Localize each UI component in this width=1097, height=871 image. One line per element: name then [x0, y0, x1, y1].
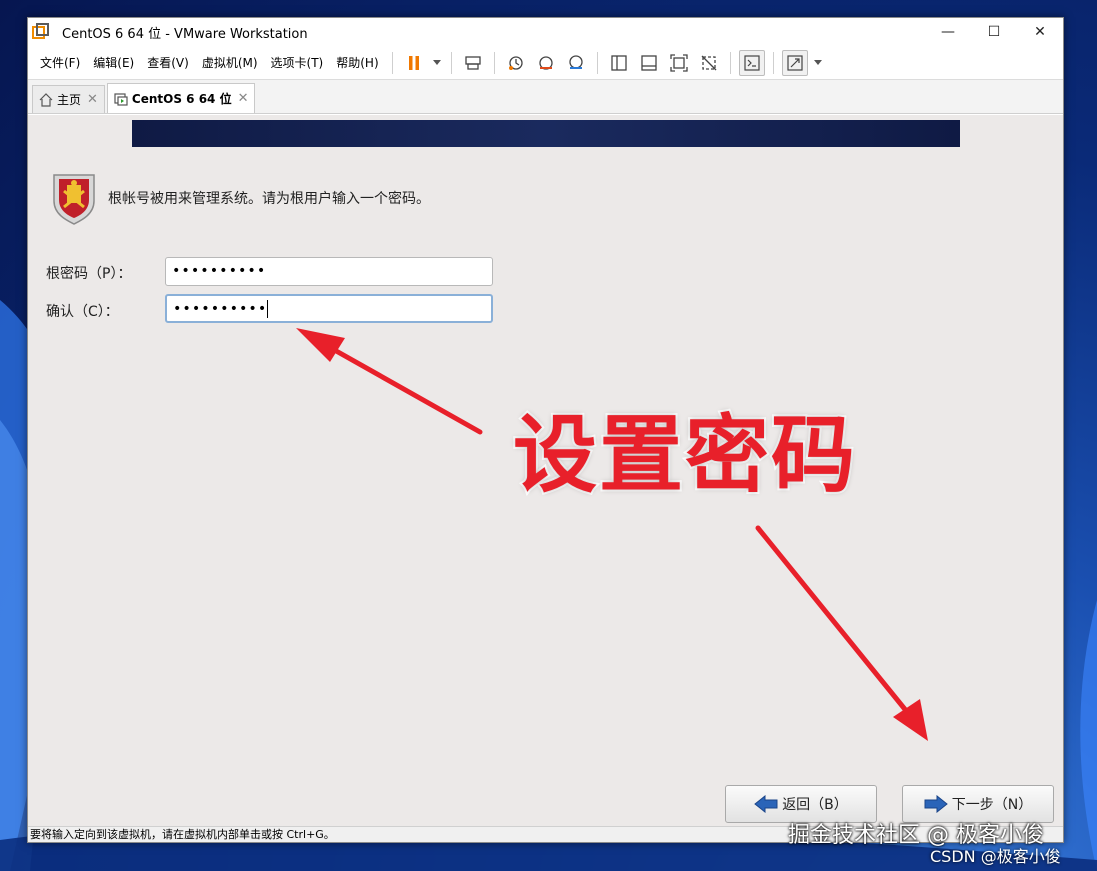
console-view-icon[interactable] [738, 49, 765, 76]
thumbnail-bar-icon[interactable] [636, 50, 662, 76]
toolbar-separator [729, 51, 731, 74]
intro-text: 根帐号被用来管理系统。请为根用户输入一个密码。 [108, 191, 430, 207]
vmware-logo-icon [32, 23, 49, 39]
arrow-left-icon [754, 795, 778, 813]
minimize-button[interactable]: — [925, 18, 971, 46]
tab-home[interactable]: 主页 ✕ [32, 85, 105, 113]
revert-snapshot-icon[interactable] [533, 50, 559, 76]
menu-view[interactable]: 查看(V) [141, 54, 195, 71]
sidebar-view-icon[interactable] [606, 50, 632, 76]
close-icon[interactable]: ✕ [238, 91, 249, 106]
installer-banner [132, 120, 960, 147]
confirm-password-field[interactable]: •••••••••• [165, 294, 493, 323]
menu-help[interactable]: 帮助(H) [330, 54, 384, 71]
chevron-down-icon[interactable] [812, 50, 824, 76]
title-bar: CentOS 6 64 位 - VMware Workstation — ☐ ✕ [28, 18, 1063, 46]
annotation-caption: 设置密码 [511, 404, 858, 506]
send-ctrl-alt-del-icon[interactable] [460, 50, 486, 76]
arrow-right-icon [924, 795, 948, 813]
menu-file[interactable]: 文件(F) [34, 54, 86, 71]
pause-icon[interactable] [401, 50, 427, 76]
watermark-csdn: CSDN @极客小俊 [930, 847, 1061, 866]
confirm-password-label: 确认（C）： [46, 304, 119, 320]
next-button-label: 下一步（N） [951, 797, 1033, 813]
root-password-field[interactable]: •••••••••• [165, 257, 493, 286]
full-screen-icon[interactable] [666, 50, 692, 76]
root-password-label: 根密码（P）： [46, 266, 132, 282]
stretch-guest-icon[interactable] [781, 49, 808, 76]
tab-centos[interactable]: CentOS 6 64 位 ✕ [106, 83, 256, 113]
snapshot-icon[interactable] [503, 50, 529, 76]
confirm-password-value: •••••••••• [173, 301, 268, 317]
vm-icon [114, 92, 128, 106]
toolbar-separator [493, 51, 495, 74]
toolbar-separator [391, 51, 393, 74]
maximize-button[interactable]: ☐ [971, 18, 1017, 46]
home-icon [39, 92, 53, 107]
tab-home-label: 主页 [57, 93, 82, 107]
toolbar-separator [596, 51, 598, 74]
close-icon[interactable]: ✕ [87, 92, 98, 107]
text-caret [267, 300, 269, 318]
toolbar-separator [772, 51, 774, 74]
back-button-label: 返回（B） [782, 797, 848, 813]
shield-icon [53, 174, 95, 225]
menu-toolbar: 文件(F) 编辑(E) 查看(V) 虚拟机(M) 选项卡(T) 帮助(H) [28, 46, 1063, 80]
snapshot-manager-icon[interactable] [563, 50, 589, 76]
toolbar-separator [450, 51, 452, 74]
tab-centos-label: CentOS 6 64 位 [131, 92, 232, 106]
menu-edit[interactable]: 编辑(E) [87, 54, 140, 71]
close-button[interactable]: ✕ [1017, 18, 1063, 46]
menu-vm[interactable]: 虚拟机(M) [196, 54, 264, 71]
window-title: CentOS 6 64 位 - VMware Workstation [62, 26, 308, 42]
chevron-down-icon[interactable] [431, 50, 443, 76]
tab-bar: 主页 ✕ CentOS 6 64 位 ✕ [28, 80, 1063, 114]
unity-mode-icon[interactable] [696, 50, 722, 76]
menu-tabs[interactable]: 选项卡(T) [265, 54, 330, 71]
